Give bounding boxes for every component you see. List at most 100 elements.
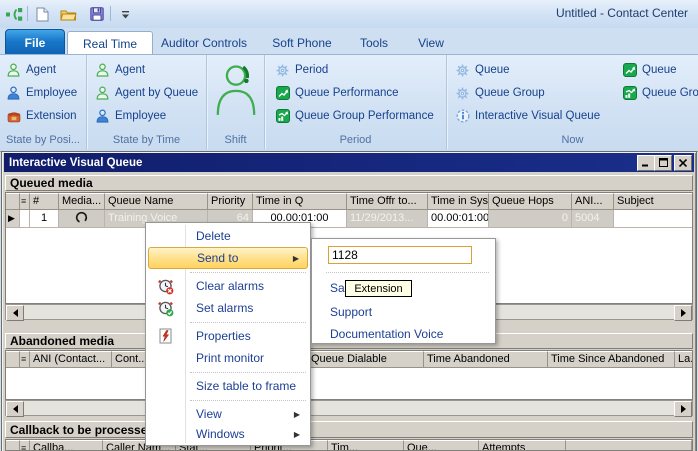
- group-label-shift: Shift: [224, 134, 247, 146]
- col-time-in-q[interactable]: Time in Q: [253, 193, 347, 210]
- ribbon-group-shift: Shift: [207, 55, 265, 149]
- col-subject[interactable]: Subject: [614, 193, 692, 210]
- cell-time-in-sys: 00.00:01:00: [428, 210, 489, 228]
- col-queue-hops[interactable]: Queue Hops: [489, 193, 572, 210]
- submenu-arrow-icon: ▶: [292, 253, 299, 263]
- tab-view[interactable]: View: [408, 31, 454, 54]
- menu-item-windows[interactable]: Windows ▶: [148, 423, 308, 445]
- chart-group-icon: [275, 109, 290, 124]
- tab-soft-phone[interactable]: Soft Phone: [264, 31, 340, 54]
- app-logo-icon[interactable]: [5, 6, 23, 22]
- context-menu: Delete Send to ▶ Clear alarms Set alarms…: [145, 222, 311, 446]
- window-title: Untitled - Contact Center: [555, 6, 688, 20]
- col-queue[interactable]: Que...: [404, 440, 479, 450]
- group-label-period: Period: [339, 134, 372, 146]
- cell-time-offr-to: 11/29/2013...: [347, 210, 428, 228]
- child-window-titlebar[interactable]: Interactive Visual Queue: [4, 153, 694, 172]
- ribbon-item-queue-now[interactable]: Queue: [455, 62, 510, 78]
- tab-tools[interactable]: Tools: [350, 31, 398, 54]
- col-time-offr-to[interactable]: Time Offr to...: [347, 193, 428, 210]
- table-row[interactable]: ▶ 1 Training Voice 64 00.00:01:00 11/29/…: [6, 210, 692, 228]
- col-queue-dialable[interactable]: Queue Dialable: [308, 351, 424, 368]
- col-ani-contact[interactable]: ANI (Contact...: [30, 351, 112, 368]
- shift-button[interactable]: [214, 61, 258, 122]
- menu-item-properties[interactable]: Properties: [148, 325, 308, 347]
- col-callback[interactable]: Callba...: [30, 440, 103, 450]
- tab-auditor-controls[interactable]: Auditor Controls: [158, 31, 250, 54]
- ribbon-item-employee-by-position[interactable]: Employee: [6, 85, 77, 101]
- maximize-icon: [658, 154, 668, 172]
- col-time[interactable]: Tim...: [328, 440, 404, 450]
- group-label-now: Now: [561, 134, 584, 146]
- submenu-arrow-icon: ▶: [293, 429, 300, 439]
- open-folder-icon[interactable]: [59, 6, 77, 22]
- chart-icon: [275, 86, 290, 101]
- submenu-arrow-icon: ▶: [293, 409, 300, 419]
- menu-item-send-to[interactable]: Send to ▶: [148, 247, 308, 269]
- col-attempts[interactable]: Attempts: [479, 440, 566, 450]
- agent-icon: [95, 63, 110, 78]
- ribbon-item-employee-by-time[interactable]: Employee: [95, 108, 166, 124]
- queued-media-title: Queued media: [10, 176, 93, 190]
- menu-item-size-table-to-frame[interactable]: Size table to frame: [148, 375, 308, 397]
- menu-item-delete[interactable]: Delete: [148, 225, 308, 247]
- scroll-left-icon[interactable]: [6, 401, 24, 417]
- list-icon: ≡: [20, 193, 30, 210]
- abandoned-media-hscrollbar[interactable]: [5, 400, 693, 417]
- scroll-right-icon[interactable]: [674, 305, 692, 321]
- menu-separator: [190, 400, 306, 402]
- maximize-button[interactable]: [654, 155, 672, 171]
- ribbon-item-agent-by-time[interactable]: Agent: [95, 62, 145, 78]
- minimize-button[interactable]: [637, 155, 655, 171]
- ribbon-item-interactive-visual-queue[interactable]: Interactive Visual Queue: [455, 108, 600, 124]
- submenu-item-support[interactable]: Support: [314, 301, 493, 323]
- queued-media-header-row: ≡ # Media... Queue Name Priority Time in…: [6, 193, 692, 210]
- phone-icon: [6, 109, 21, 124]
- save-icon[interactable]: [88, 6, 106, 22]
- col-media[interactable]: Media...: [59, 193, 105, 210]
- col-ani[interactable]: ANI...: [572, 193, 614, 210]
- menu-item-set-alarms[interactable]: Set alarms: [148, 297, 308, 319]
- menu-item-clear-alarms[interactable]: Clear alarms: [148, 275, 308, 297]
- close-button[interactable]: [674, 155, 692, 171]
- col-la[interactable]: La...: [675, 351, 692, 368]
- ribbon-item-period[interactable]: Period: [275, 62, 328, 78]
- tab-file[interactable]: File: [5, 29, 65, 56]
- submenu-item-documentation-voice[interactable]: Documentation Voice: [314, 323, 493, 345]
- scroll-right-icon[interactable]: [674, 401, 692, 417]
- col-queue-name[interactable]: Queue Name: [105, 193, 208, 210]
- tab-real-time[interactable]: Real Time: [67, 31, 153, 55]
- scroll-left-icon[interactable]: [6, 305, 24, 321]
- clear-alarms-icon: [156, 277, 174, 295]
- ribbon-item-agent-by-queue[interactable]: Agent by Queue: [95, 85, 198, 101]
- abandoned-media-table[interactable]: ≡ ANI (Contact... Cont... Queue Dialable…: [5, 350, 693, 400]
- shift-person-headset-icon: [214, 65, 258, 121]
- ribbon-item-queue-chart-now[interactable]: Queue: [622, 62, 677, 78]
- col-time-abandoned[interactable]: Time Abandoned: [424, 351, 548, 368]
- menu-item-print-monitor[interactable]: Print monitor: [148, 347, 308, 369]
- ribbon-group-period: Period Queue Performance Queue Group Per…: [265, 55, 447, 149]
- ribbon-item-extension[interactable]: Extension: [6, 108, 77, 124]
- menu-item-view[interactable]: View ▶: [148, 403, 308, 425]
- col-time-in-sys[interactable]: Time in Sys: [428, 193, 489, 210]
- send-to-extension-input[interactable]: [328, 246, 472, 264]
- group-label-state-by-time: State by Time: [112, 134, 181, 146]
- ribbon-item-agent-by-position[interactable]: Agent: [6, 62, 56, 78]
- ribbon-item-queue-group-chart-now[interactable]: Queue Group: [622, 85, 698, 101]
- ribbon-item-queue-group-now[interactable]: Queue Group: [455, 85, 545, 101]
- qat-dropdown-caret-icon[interactable]: [116, 6, 134, 22]
- ribbon-item-queue-performance[interactable]: Queue Performance: [275, 85, 399, 101]
- menu-separator: [190, 272, 306, 274]
- callback-table[interactable]: ≡ Callba... Caller Nam... Stat... Priori…: [5, 439, 693, 451]
- col-num[interactable]: #: [30, 193, 59, 210]
- ribbon-tab-row: File Real Time Auditor Controls Soft Pho…: [0, 28, 698, 56]
- new-document-icon[interactable]: [33, 6, 51, 22]
- col-time-since-abandoned[interactable]: Time Since Abandoned: [548, 351, 675, 368]
- set-alarms-icon: [156, 299, 174, 317]
- row-selector-header: [6, 193, 20, 210]
- callback-title: Callback to be processed: [10, 422, 155, 437]
- col-priority[interactable]: Priority: [208, 193, 253, 210]
- agent-icon: [95, 86, 110, 101]
- ribbon-item-queue-group-performance[interactable]: Queue Group Performance: [275, 108, 434, 124]
- row-selector[interactable]: ▶: [6, 210, 20, 228]
